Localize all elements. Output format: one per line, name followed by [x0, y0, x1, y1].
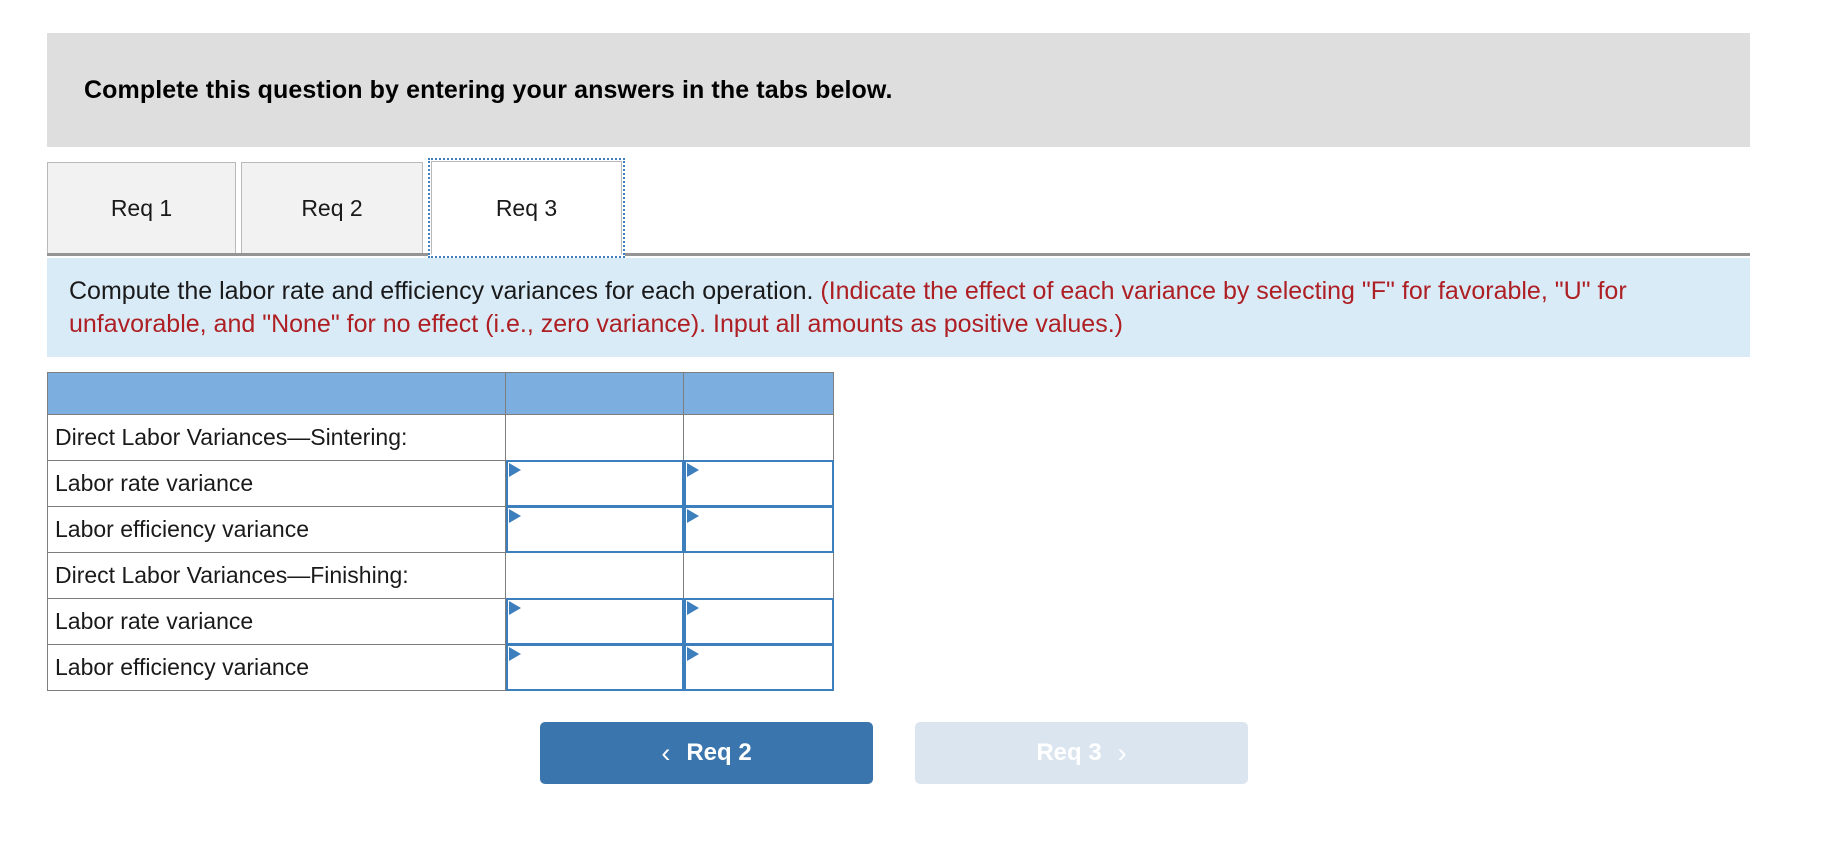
dropdown-triangle-icon — [509, 509, 521, 523]
dropdown-triangle-icon — [509, 647, 521, 661]
tabs-row: Req 1 Req 2 Req 3 — [47, 158, 1750, 258]
table-row: Labor efficiency variance — [47, 506, 834, 553]
effect-input[interactable] — [701, 462, 828, 505]
tab-strip: Req 1 Req 2 Req 3 — [47, 158, 1750, 258]
next-requirement-button[interactable]: Req 3 › — [915, 722, 1248, 784]
dropdown-triangle-icon — [509, 601, 521, 615]
requirement-navigation: ‹ Req 2 Req 3 › — [540, 722, 1260, 786]
dropdown-triangle-icon — [686, 509, 699, 523]
amount-input[interactable] — [524, 462, 678, 505]
table-row: Labor rate variance — [47, 598, 834, 645]
dropdown-triangle-icon — [686, 647, 699, 661]
row-amount-cell — [505, 414, 684, 461]
table-row: Labor efficiency variance — [47, 644, 834, 691]
row-amount-cell — [505, 552, 684, 599]
row-amount-cell[interactable] — [505, 644, 684, 691]
question-page: Complete this question by entering your … — [0, 0, 1826, 858]
row-effect-cell[interactable] — [683, 506, 834, 553]
row-label: Labor rate variance — [47, 460, 506, 507]
row-effect-cell[interactable] — [683, 598, 834, 645]
next-requirement-label: Req 3 — [1036, 739, 1102, 766]
amount-input-box[interactable] — [506, 506, 684, 553]
row-effect-cell — [683, 414, 834, 461]
tab-req-3-inner: Req 3 — [431, 161, 622, 255]
dropdown-triangle-icon — [686, 601, 699, 615]
instruction-text: Compute the labor rate and efficiency va… — [69, 275, 1728, 341]
effect-input[interactable] — [701, 508, 828, 551]
dropdown-triangle-icon — [509, 463, 521, 477]
table-row: Direct Labor Variances—Finishing: — [47, 552, 834, 599]
question-banner: Complete this question by entering your … — [47, 33, 1750, 147]
tab-strip-divider — [47, 253, 1750, 256]
row-label: Direct Labor Variances—Sintering: — [47, 414, 506, 461]
table-header-row — [47, 372, 834, 415]
chevron-right-icon: › — [1117, 737, 1127, 768]
row-effect-cell — [683, 552, 834, 599]
row-amount-cell[interactable] — [505, 460, 684, 507]
instruction-main: Compute the labor rate and efficiency va… — [69, 277, 814, 305]
variance-table-body: Direct Labor Variances—Sintering: Labor … — [47, 372, 834, 691]
header-cell-effect — [683, 372, 834, 415]
tab-req-2[interactable]: Req 2 — [241, 162, 423, 254]
row-label: Direct Labor Variances—Finishing: — [47, 552, 506, 599]
variance-table: Direct Labor Variances—Sintering: Labor … — [47, 372, 834, 691]
effect-input-box[interactable] — [683, 644, 834, 691]
amount-input[interactable] — [524, 600, 678, 643]
amount-input-box[interactable] — [506, 598, 684, 645]
header-cell-label — [47, 372, 506, 415]
amount-input-box[interactable] — [506, 644, 684, 691]
tab-req-3[interactable]: Req 3 — [428, 158, 625, 258]
tab-req-1-label: Req 1 — [110, 194, 173, 221]
amount-input[interactable] — [524, 646, 678, 689]
row-effect-cell[interactable] — [683, 644, 834, 691]
instruction-panel: Compute the labor rate and efficiency va… — [47, 258, 1750, 357]
header-cell-amount — [505, 372, 684, 415]
tab-req-1[interactable]: Req 1 — [47, 162, 236, 254]
row-effect-cell[interactable] — [683, 460, 834, 507]
row-label: Labor efficiency variance — [47, 644, 506, 691]
effect-input-box[interactable] — [683, 460, 834, 507]
tab-req-2-label: Req 2 — [301, 194, 363, 221]
tab-req-3-label: Req 3 — [495, 194, 558, 221]
row-label: Labor rate variance — [47, 598, 506, 645]
row-label: Labor efficiency variance — [47, 506, 506, 553]
dropdown-triangle-icon — [686, 463, 699, 477]
effect-input-box[interactable] — [683, 506, 834, 553]
table-row: Labor rate variance — [47, 460, 834, 507]
row-amount-cell[interactable] — [505, 506, 684, 553]
amount-input-box[interactable] — [506, 460, 684, 507]
effect-input[interactable] — [701, 600, 828, 643]
chevron-left-icon: ‹ — [661, 737, 671, 768]
amount-input[interactable] — [524, 508, 678, 551]
table-row: Direct Labor Variances—Sintering: — [47, 414, 834, 461]
prev-requirement-label: Req 2 — [686, 739, 752, 766]
banner-title: Complete this question by entering your … — [84, 75, 893, 104]
prev-requirement-button[interactable]: ‹ Req 2 — [540, 722, 873, 784]
row-amount-cell[interactable] — [505, 598, 684, 645]
effect-input-box[interactable] — [683, 598, 834, 645]
effect-input[interactable] — [701, 646, 828, 689]
